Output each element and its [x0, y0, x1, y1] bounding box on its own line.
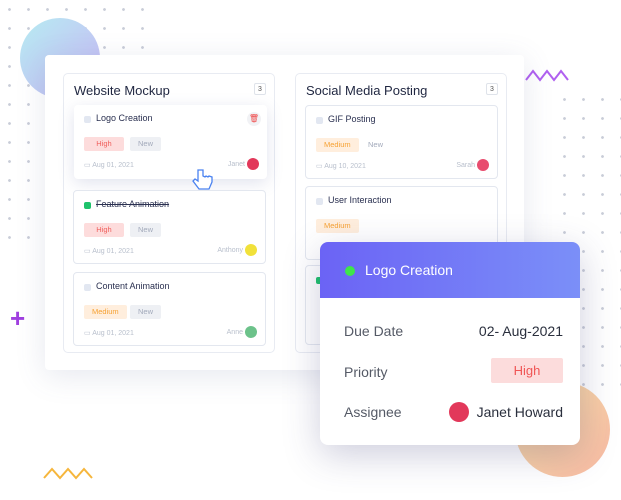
zigzag-decor	[43, 467, 93, 480]
checkbox[interactable]	[316, 117, 323, 124]
priority-badge: High	[491, 358, 563, 383]
card-title: User Interaction	[328, 195, 392, 205]
status-dot	[345, 266, 355, 276]
date-text: Aug 01, 2021	[92, 248, 134, 255]
checkbox[interactable]	[316, 198, 323, 205]
calendar-icon: ▭	[84, 248, 93, 255]
priority-tag: High	[84, 137, 124, 151]
date-text: Aug 01, 2021	[92, 162, 134, 169]
priority-label: Priority	[344, 364, 388, 380]
task-card[interactable]: Content Animation Medium New ▭ Aug 01, 2…	[73, 272, 266, 346]
due-date: ▭ Aug 01, 2021	[84, 161, 134, 169]
assignee-value: Janet Howard	[476, 404, 563, 420]
card-title: Content Animation	[96, 281, 170, 291]
card-title: Logo Creation	[96, 113, 153, 123]
due-date-row: Due Date 02- Aug-2021	[344, 323, 563, 339]
checkbox[interactable]	[84, 116, 91, 123]
card-count: 3	[254, 83, 266, 95]
popup-title: Logo Creation	[365, 262, 453, 278]
calendar-icon: ▭	[316, 163, 325, 170]
assignee-name: Janet	[227, 161, 245, 168]
priority-tag: Medium	[316, 219, 359, 233]
task-card[interactable]: Logo Creation 🗑 High New ▭ Aug 01, 2021 …	[74, 105, 267, 179]
priority-tag: High	[84, 223, 124, 237]
due-date-label: Due Date	[344, 323, 404, 339]
card-title: GIF Posting	[328, 114, 376, 124]
task-detail-popup: Logo Creation Due Date 02- Aug-2021 Prio…	[320, 242, 580, 445]
date-text: Aug 10, 2021	[324, 163, 366, 170]
avatar	[245, 326, 257, 338]
checkbox[interactable]	[84, 284, 91, 291]
column-title: Social Media Posting	[306, 83, 428, 98]
due-date: ▭ Aug 01, 2021	[84, 247, 134, 255]
popup-header: Logo Creation	[320, 242, 580, 298]
assignee-name: Anne	[226, 329, 243, 336]
checkbox-checked[interactable]	[84, 202, 91, 209]
plus-icon: +	[10, 303, 26, 333]
due-date: ▭ Aug 01, 2021	[84, 329, 134, 337]
task-card[interactable]: Feature Animation High New ▭ Aug 01, 202…	[73, 190, 266, 264]
calendar-icon: ▭	[84, 162, 93, 169]
avatar	[477, 159, 489, 171]
avatar	[449, 402, 469, 422]
task-card[interactable]: GIF Posting Medium New ▭ Aug 10, 2021 Sa…	[305, 105, 498, 179]
priority-tag: Medium	[316, 138, 359, 152]
priority-tag: Medium	[84, 305, 127, 319]
assignee-name: Sarah	[456, 162, 475, 169]
card-title: Feature Animation	[96, 199, 170, 209]
status-tag: New	[130, 137, 162, 151]
status-tag: New	[368, 140, 384, 149]
column-title: Website Mockup	[74, 83, 170, 98]
status-tag: New	[130, 305, 162, 319]
status-tag: New	[130, 223, 162, 237]
date-text: Aug 01, 2021	[92, 330, 134, 337]
card-count: 3	[486, 83, 498, 95]
zigzag-decor	[525, 69, 569, 82]
due-date-value: 02- Aug-2021	[478, 323, 563, 339]
column-website-mockup: Website Mockup 3 Logo Creation 🗑 High Ne…	[63, 73, 275, 353]
priority-row: Priority High	[344, 358, 563, 383]
assignee-row: Assignee Janet Howard	[344, 402, 563, 422]
assignee-name: Anthony	[217, 247, 243, 254]
hand-pointer-icon	[192, 169, 213, 190]
due-date: ▭ Aug 10, 2021	[316, 162, 366, 170]
avatar	[245, 244, 257, 256]
calendar-icon: ▭	[84, 330, 93, 337]
trash-icon[interactable]: 🗑	[247, 112, 261, 126]
avatar	[247, 158, 259, 170]
assignee-label: Assignee	[344, 404, 402, 420]
